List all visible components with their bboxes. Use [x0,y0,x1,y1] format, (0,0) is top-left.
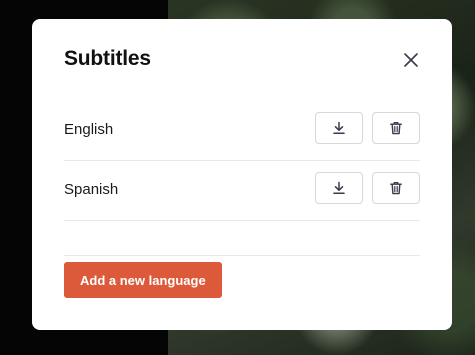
trash-icon [389,181,403,195]
subtitles-modal: Subtitles English Spanish Add a new lang… [32,19,452,330]
delete-button[interactable] [372,172,420,204]
close-button[interactable] [402,51,420,69]
download-button[interactable] [315,172,363,204]
modal-title: Subtitles [64,47,151,70]
row-actions [315,112,420,144]
delete-button[interactable] [372,112,420,144]
modal-header: Subtitles [64,19,420,101]
close-icon [402,51,420,69]
section-divider [64,221,420,256]
add-language-button[interactable]: Add a new language [64,262,222,298]
language-name: Spanish [64,181,119,198]
language-row-spanish: Spanish [64,161,420,221]
trash-icon [389,121,403,135]
row-actions [315,172,420,204]
language-row-english: English [64,101,420,161]
download-icon [332,121,346,135]
language-name: English [64,121,114,138]
download-button[interactable] [315,112,363,144]
download-icon [332,181,346,195]
